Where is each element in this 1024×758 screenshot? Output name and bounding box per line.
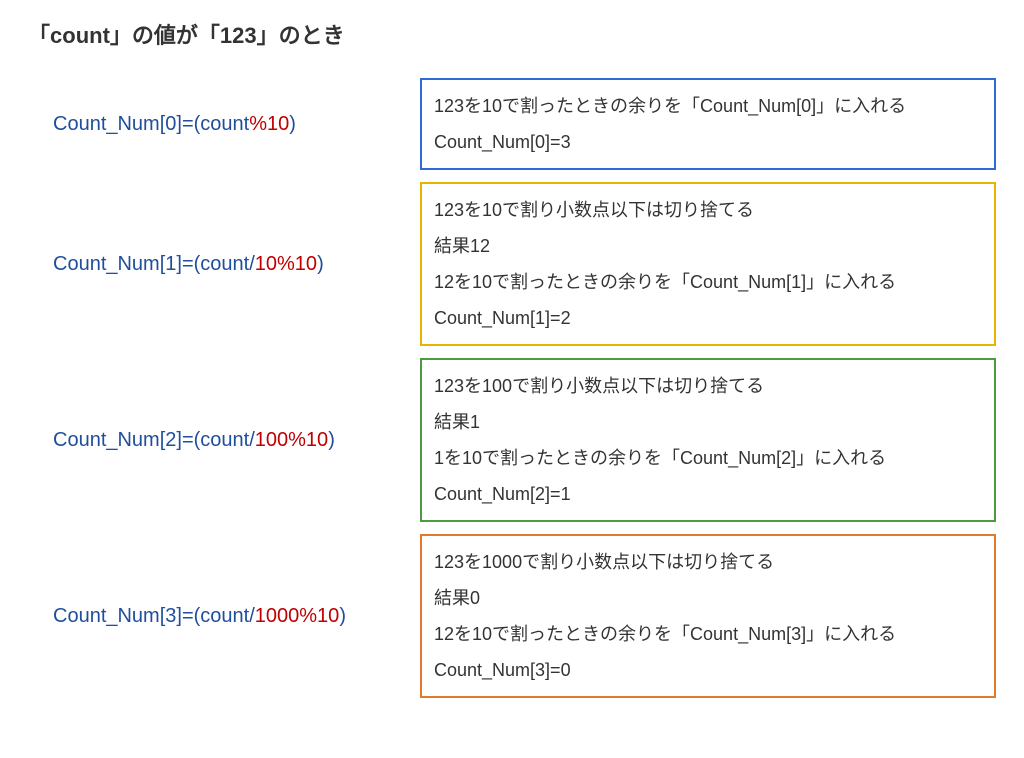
explain-line: 12を10で割ったときの余りを「Count_Num[1]」に入れる	[434, 264, 982, 300]
explain-line: 123を10で割り小数点以下は切り捨てる	[434, 192, 982, 228]
row-1: Count_Num[1]=(count/10%10) 123を10で割り小数点以…	[53, 182, 996, 346]
formula-pre: Count_Num[3]=(count/	[53, 605, 255, 627]
formula-pre: Count_Num[0]=(count	[53, 113, 249, 135]
title-var: count	[50, 23, 110, 48]
formula-pre: Count_Num[2]=(count/	[53, 429, 255, 451]
formula-post: )	[317, 253, 324, 275]
explain-box-2: 123を100で割り小数点以下は切り捨てる 結果1 1を10で割ったときの余りを…	[420, 358, 996, 522]
formula-highlight: 1000%10	[255, 605, 340, 627]
page-title: 「count」の値が「123」のとき	[28, 18, 996, 50]
explain-line: 123を1000で割り小数点以下は切り捨てる	[434, 544, 982, 580]
row-2: Count_Num[2]=(count/100%10) 123を100で割り小数…	[53, 358, 996, 522]
formula-post: )	[289, 113, 296, 135]
explain-line: 1を10で割ったときの余りを「Count_Num[2]」に入れる	[434, 440, 982, 476]
title-value: 123	[220, 23, 257, 48]
explain-line: 結果0	[434, 580, 982, 616]
row-3: Count_Num[3]=(count/1000%10) 123を1000で割り…	[53, 534, 996, 698]
explain-line: Count_Num[0]=3	[434, 124, 982, 160]
title-bracket-open: 「	[28, 23, 50, 48]
formula-post: )	[328, 429, 335, 451]
explain-line: Count_Num[1]=2	[434, 300, 982, 336]
explain-box-3: 123を1000で割り小数点以下は切り捨てる 結果0 12を10で割ったときの余…	[420, 534, 996, 698]
explain-line: 結果1	[434, 404, 982, 440]
explain-box-0: 123を10で割ったときの余りを「Count_Num[0]」に入れる Count…	[420, 78, 996, 170]
formula-highlight: %10	[249, 113, 289, 135]
formula-1: Count_Num[1]=(count/10%10)	[53, 253, 408, 276]
row-0: Count_Num[0]=(count%10) 123を10で割ったときの余りを…	[53, 78, 996, 170]
explain-line: 結果12	[434, 228, 982, 264]
explain-box-1: 123を10で割り小数点以下は切り捨てる 結果12 12を10で割ったときの余り…	[420, 182, 996, 346]
formula-highlight: 10%10	[255, 253, 317, 275]
formula-3: Count_Num[3]=(count/1000%10)	[53, 605, 408, 628]
explain-line: Count_Num[2]=1	[434, 476, 982, 512]
formula-pre: Count_Num[1]=(count/	[53, 253, 255, 275]
explain-line: Count_Num[3]=0	[434, 652, 982, 688]
title-mid: 」の値が「	[110, 23, 220, 48]
formula-highlight: 100%10	[255, 429, 328, 451]
explain-line: 12を10で割ったときの余りを「Count_Num[3]」に入れる	[434, 616, 982, 652]
title-tail: 」のとき	[257, 23, 345, 48]
explain-line: 123を100で割り小数点以下は切り捨てる	[434, 368, 982, 404]
explain-line: 123を10で割ったときの余りを「Count_Num[0]」に入れる	[434, 88, 982, 124]
formula-0: Count_Num[0]=(count%10)	[53, 113, 408, 136]
formula-2: Count_Num[2]=(count/100%10)	[53, 429, 408, 452]
formula-post: )	[339, 605, 346, 627]
